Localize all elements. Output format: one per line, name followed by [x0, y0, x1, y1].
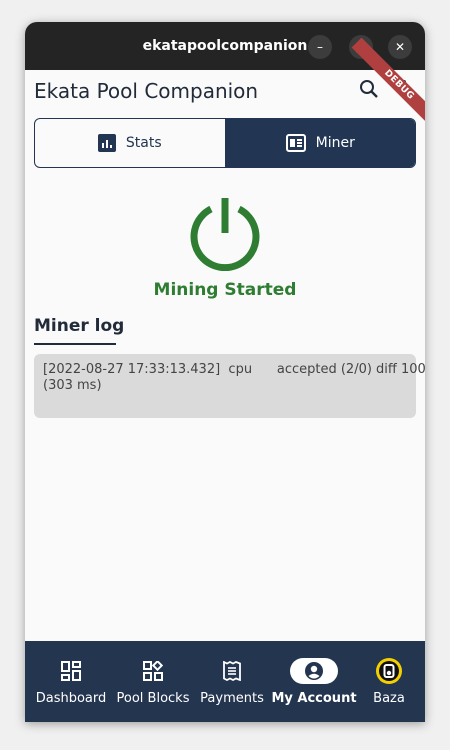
payments-icon [223, 661, 241, 681]
nav-baza-label: Baza [373, 691, 405, 706]
nav-baza[interactable]: Baza [353, 641, 425, 722]
nav-my-account-label: My Account [271, 691, 357, 706]
miner-icon [285, 134, 306, 152]
segmented-tabs: Stats Miner [34, 118, 416, 168]
tab-miner[interactable]: Miner [225, 119, 415, 167]
pool-blocks-icon [143, 661, 163, 681]
minimize-button[interactable]: – [308, 35, 332, 59]
dashboard-icon [61, 661, 81, 681]
bar-chart-icon [97, 134, 116, 152]
account-icon [305, 662, 323, 680]
baza-icon [376, 658, 402, 684]
power-icon[interactable] [187, 195, 263, 271]
mining-status: Mining Started [153, 280, 297, 300]
bottom-navigation: Dashboard Pool Blocks Payments My Accoun… [25, 641, 425, 722]
nav-pool-blocks-label: Pool Blocks [116, 691, 190, 706]
app-title: Ekata Pool Companion [34, 79, 259, 103]
log-line: [2022-08-27 17:33:13.432] cpu accepted (… [43, 362, 425, 377]
tab-stats-label: Stats [125, 135, 162, 151]
nav-pool-blocks[interactable]: Pool Blocks [117, 641, 189, 722]
tab-miner-label: Miner [315, 135, 355, 151]
search-icon[interactable] [359, 79, 379, 99]
miner-log-title: Miner log [34, 316, 125, 336]
tab-stats[interactable]: Stats [35, 119, 226, 167]
miner-log-underline [34, 343, 116, 345]
nav-dashboard-label: Dashboard [35, 691, 107, 706]
close-button[interactable]: ✕ [388, 35, 412, 59]
log-line: (303 ms) [43, 378, 102, 393]
miner-log-box: [2022-08-27 17:33:13.432] cpu accepted (… [34, 354, 425, 418]
nav-my-account[interactable]: My Account [271, 641, 357, 722]
app-window: ekatapoolcompanion – □ ✕ Ekata Pool Comp… [25, 22, 425, 722]
nav-selected-indicator [290, 658, 338, 684]
nav-dashboard[interactable]: Dashboard [25, 641, 117, 722]
nav-payments[interactable]: Payments [189, 641, 275, 722]
nav-payments-label: Payments [200, 691, 264, 706]
